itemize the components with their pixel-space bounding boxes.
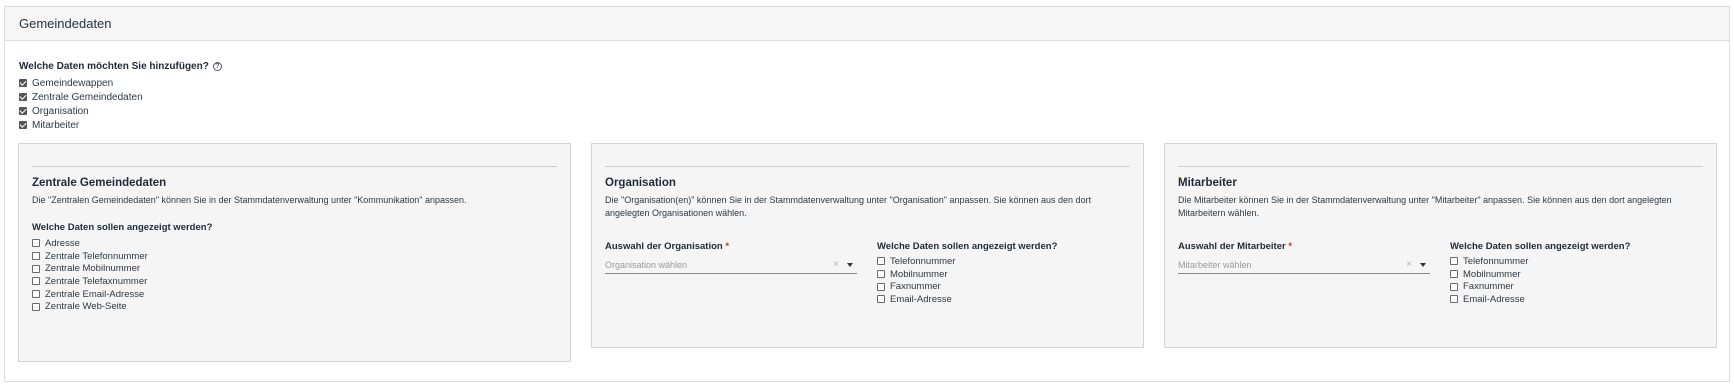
chevron-down-icon[interactable] xyxy=(847,262,853,267)
card-zentrale-gemeindedaten: Zentrale Gemeindedaten Die "Zentralen Ge… xyxy=(18,143,571,362)
option-label: Organisation xyxy=(32,105,89,117)
card-divider xyxy=(32,166,557,167)
checkbox-icon[interactable] xyxy=(32,290,40,299)
card-divider xyxy=(1178,166,1703,167)
option-faxnummer[interactable]: Faxnummer xyxy=(877,280,955,293)
card-description: Die "Organisation(en)" können Sie in der… xyxy=(605,195,1092,218)
card-options: Telefonnummer Mobilnummer Faxnummer Emai… xyxy=(877,255,955,306)
checkbox-icon[interactable] xyxy=(32,252,40,261)
checkbox-icon[interactable] xyxy=(19,93,27,101)
option-label: Zentrale Mobilnummer xyxy=(45,263,141,275)
option-email-adresse[interactable]: Email-Adresse xyxy=(1450,293,1528,306)
option-label: Email-Adresse xyxy=(1463,293,1525,305)
card-divider xyxy=(605,166,1130,167)
option-zentrale-telefonnummer[interactable]: Zentrale Telefonnummer xyxy=(32,250,148,263)
clear-icon[interactable]: × xyxy=(1406,259,1412,270)
card-description: Die "Zentralen Gemeindedaten" können Sie… xyxy=(32,195,467,205)
option-zentrale-web-seite[interactable]: Zentrale Web-Seite xyxy=(32,300,148,313)
card-options: Telefonnummer Mobilnummer Faxnummer Emai… xyxy=(1450,255,1528,306)
checkbox-icon[interactable] xyxy=(1450,270,1458,279)
option-zentrale-telefaxnummer[interactable]: Zentrale Telefaxnummer xyxy=(32,275,148,288)
card-title: Organisation xyxy=(605,177,676,189)
chevron-down-icon[interactable] xyxy=(1420,262,1426,267)
checkbox-icon[interactable] xyxy=(32,264,40,273)
card-question: Welche Daten sollen angezeigt werden? xyxy=(877,241,1058,252)
option-organisation[interactable]: Organisation xyxy=(19,104,143,118)
add-data-question: Welche Daten möchten Sie hinzufügen? ? xyxy=(19,61,222,72)
checkbox-icon[interactable] xyxy=(877,295,885,304)
card-question: Welche Daten sollen angezeigt werden? xyxy=(32,222,213,233)
option-mitarbeiter[interactable]: Mitarbeiter xyxy=(19,118,143,132)
option-zentrale-email-adresse[interactable]: Zentrale Email-Adresse xyxy=(32,288,148,301)
option-label: Zentrale Telefaxnummer xyxy=(45,275,148,287)
option-label: Mobilnummer xyxy=(1463,268,1521,280)
select-label: Auswahl der Mitarbeiter * xyxy=(1178,241,1292,252)
option-zentrale-mobilnummer[interactable]: Zentrale Mobilnummer xyxy=(32,262,148,275)
checkbox-icon[interactable] xyxy=(1450,282,1458,291)
checkbox-icon[interactable] xyxy=(1450,257,1458,266)
add-data-question-text: Welche Daten möchten Sie hinzufügen? xyxy=(19,61,209,72)
checkbox-icon[interactable] xyxy=(19,79,27,87)
option-adresse[interactable]: Adresse xyxy=(32,237,148,250)
mitarbeiter-select[interactable]: Mitarbeiter wählen × xyxy=(1178,256,1430,274)
card-title: Zentrale Gemeindedaten xyxy=(32,177,167,189)
option-telefonnummer[interactable]: Telefonnummer xyxy=(1450,255,1528,268)
option-gemeindewappen[interactable]: Gemeindewappen xyxy=(19,76,143,90)
option-label: Mobilnummer xyxy=(890,268,948,280)
option-label: Zentrale Telefonnummer xyxy=(45,250,148,262)
organisation-select[interactable]: Organisation wählen × xyxy=(605,256,857,274)
option-telefonnummer[interactable]: Telefonnummer xyxy=(877,255,955,268)
option-label: Zentrale Gemeindedaten xyxy=(32,91,143,103)
checkbox-icon[interactable] xyxy=(877,257,885,266)
option-email-adresse[interactable]: Email-Adresse xyxy=(877,293,955,306)
option-label: Mitarbeiter xyxy=(32,119,80,131)
card-options: Adresse Zentrale Telefonnummer Zentrale … xyxy=(32,237,148,313)
data-type-checklist: Gemeindewappen Zentrale Gemeindedaten Or… xyxy=(19,76,143,132)
checkbox-icon[interactable] xyxy=(32,239,40,248)
card-description: Die Mitarbeiter können Sie in der Stammd… xyxy=(1178,195,1672,218)
option-faxnummer[interactable]: Faxnummer xyxy=(1450,280,1528,293)
option-label: Faxnummer xyxy=(890,281,941,293)
option-label: Zentrale Web-Seite xyxy=(45,301,127,313)
option-label: Adresse xyxy=(45,237,80,249)
checkbox-icon[interactable] xyxy=(1450,295,1458,304)
panel-header: Gemeindedaten xyxy=(5,7,1729,41)
required-marker: * xyxy=(725,241,730,252)
gemeindedaten-panel: Gemeindedaten Welche Daten möchten Sie h… xyxy=(4,6,1730,382)
option-mobilnummer[interactable]: Mobilnummer xyxy=(877,268,955,281)
select-label-text: Auswahl der Mitarbeiter xyxy=(1178,241,1286,252)
select-placeholder: Mitarbeiter wählen xyxy=(1178,259,1252,270)
select-label-text: Auswahl der Organisation xyxy=(605,241,723,252)
checkbox-icon[interactable] xyxy=(32,302,40,311)
checkbox-icon[interactable] xyxy=(19,107,27,115)
select-label: Auswahl der Organisation * xyxy=(605,241,729,252)
checkbox-icon[interactable] xyxy=(877,270,885,279)
select-placeholder: Organisation wählen xyxy=(605,259,688,270)
option-label: Zentrale Email-Adresse xyxy=(45,288,145,300)
checkbox-icon[interactable] xyxy=(877,282,885,291)
card-question: Welche Daten sollen angezeigt werden? xyxy=(1450,241,1631,252)
option-label: Faxnummer xyxy=(1463,281,1514,293)
panel-title: Gemeindedaten xyxy=(19,16,112,31)
option-mobilnummer[interactable]: Mobilnummer xyxy=(1450,268,1528,281)
option-zentrale-gemeindedaten[interactable]: Zentrale Gemeindedaten xyxy=(19,90,143,104)
card-mitarbeiter: Mitarbeiter Die Mitarbeiter können Sie i… xyxy=(1164,143,1717,348)
clear-icon[interactable]: × xyxy=(833,259,839,270)
option-label: Email-Adresse xyxy=(890,293,952,305)
option-label: Telefonnummer xyxy=(1463,255,1529,267)
card-title: Mitarbeiter xyxy=(1178,177,1237,189)
option-label: Telefonnummer xyxy=(890,255,956,267)
required-marker: * xyxy=(1288,241,1293,252)
checkbox-icon[interactable] xyxy=(19,121,27,129)
option-label: Gemeindewappen xyxy=(32,77,114,89)
checkbox-icon[interactable] xyxy=(32,277,40,286)
card-organisation: Organisation Die "Organisation(en)" könn… xyxy=(591,143,1144,348)
help-icon[interactable]: ? xyxy=(212,62,222,71)
